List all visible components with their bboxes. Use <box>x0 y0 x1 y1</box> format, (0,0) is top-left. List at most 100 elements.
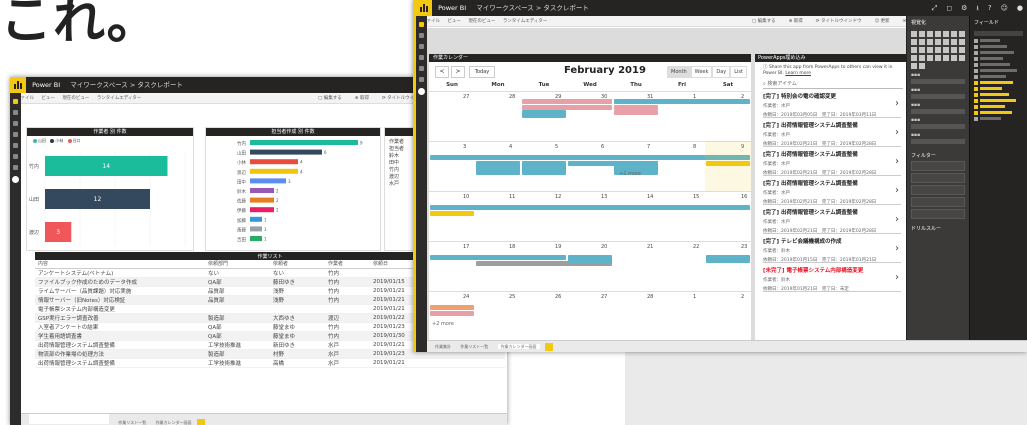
calendar-event[interactable] <box>430 211 474 216</box>
checkbox-icon[interactable] <box>974 110 978 115</box>
day-number[interactable]: 26 <box>555 294 561 300</box>
bar[interactable] <box>250 149 322 155</box>
chevron-right-icon[interactable]: › <box>895 243 899 254</box>
datasets-icon[interactable] <box>13 165 18 170</box>
day-number[interactable]: 8 <box>693 144 696 150</box>
day-number[interactable]: 16 <box>741 194 747 200</box>
calendar-event[interactable] <box>430 155 750 160</box>
checkbox-icon[interactable] <box>974 116 978 121</box>
favorites-icon[interactable] <box>419 33 424 38</box>
visual-type-icon[interactable] <box>911 55 917 61</box>
add-page-icon[interactable] <box>196 419 205 425</box>
search-input[interactable]: ⌕ 検索アイテム <box>763 79 903 89</box>
tab-task-summary[interactable]: 作業集計 <box>435 344 451 349</box>
calendar-event[interactable] <box>614 99 750 104</box>
day-number[interactable]: 5 <box>555 144 558 150</box>
visual-type-icon[interactable] <box>911 31 917 37</box>
col-header[interactable]: 依頼部門 <box>205 260 270 269</box>
checkbox-icon[interactable] <box>974 44 978 49</box>
gallery-item[interactable]: [未完了] 電子帳票システム内部構造変更 作業者：鈴木 依頼日：2019年01月21… <box>763 263 901 292</box>
bar[interactable] <box>250 140 358 145</box>
bar[interactable] <box>250 168 298 174</box>
visual-type-icon[interactable] <box>951 31 957 37</box>
visual-type-icon[interactable] <box>927 39 933 45</box>
bar[interactable] <box>250 159 298 165</box>
day-number[interactable]: 10 <box>463 194 469 200</box>
account-icon[interactable] <box>12 176 19 183</box>
day-number[interactable]: 27 <box>601 294 607 300</box>
day-number[interactable]: 3 <box>463 144 466 150</box>
filter-card[interactable] <box>911 161 965 171</box>
day-number[interactable]: 7 <box>647 144 650 150</box>
day-number[interactable]: 19 <box>555 244 561 250</box>
download-icon[interactable]: ⭳ <box>976 0 978 16</box>
visual-type-icon[interactable] <box>943 47 949 53</box>
scrollbar[interactable] <box>29 414 109 424</box>
fields-search-input[interactable] <box>974 31 1023 36</box>
checkbox-icon[interactable] <box>974 86 978 91</box>
calendar-event[interactable] <box>568 255 612 263</box>
apps-icon[interactable] <box>13 132 18 137</box>
day-number[interactable]: 13 <box>601 194 607 200</box>
visual-type-icon[interactable] <box>935 31 941 37</box>
day-number[interactable]: 14 <box>647 194 653 200</box>
field-item[interactable] <box>974 62 1023 67</box>
settings-icon[interactable]: ⚙ <box>961 0 967 16</box>
bar[interactable] <box>250 226 262 232</box>
avatar[interactable]: ● <box>1017 0 1023 16</box>
visual-type-icon[interactable] <box>911 39 917 45</box>
visual-type-icon[interactable] <box>935 55 941 61</box>
calendar-event[interactable] <box>522 109 566 118</box>
field-well[interactable] <box>911 79 965 84</box>
expand-icon[interactable]: ⤢ <box>932 0 938 16</box>
bar[interactable] <box>250 207 274 213</box>
field-item[interactable] <box>974 86 1023 91</box>
visual-type-icon[interactable] <box>943 55 949 61</box>
menu-current-view[interactable]: 現在のビュー <box>62 96 89 101</box>
day-number[interactable]: 4 <box>509 144 512 150</box>
day-number[interactable]: 17 <box>463 244 469 250</box>
more-events-link[interactable]: +2 more <box>432 321 454 327</box>
visual-type-icon[interactable] <box>927 55 933 61</box>
field-well[interactable] <box>911 94 965 99</box>
calendar-event[interactable] <box>430 255 566 260</box>
day-number[interactable]: 28 <box>647 294 653 300</box>
bar[interactable] <box>250 178 286 184</box>
visual-type-icon[interactable] <box>911 47 917 53</box>
field-item[interactable] <box>974 74 1023 79</box>
calendar-event[interactable] <box>476 167 520 175</box>
checkbox-icon[interactable] <box>974 38 978 43</box>
visual-type-icon[interactable] <box>959 39 965 45</box>
field-item[interactable] <box>974 110 1023 115</box>
visual-type-icon[interactable] <box>911 63 917 69</box>
day-number[interactable]: 27 <box>463 94 469 100</box>
chevron-right-icon[interactable]: › <box>895 214 899 225</box>
visual-type-icon[interactable] <box>951 55 957 61</box>
day-number[interactable]: 25 <box>509 294 515 300</box>
visual-type-icon[interactable] <box>959 31 965 37</box>
field-item[interactable] <box>974 38 1023 43</box>
ribbon-action-button[interactable]: □ 編集する <box>752 16 776 26</box>
field-item[interactable] <box>974 56 1023 61</box>
home-icon[interactable] <box>419 22 424 27</box>
day-number[interactable]: 18 <box>509 244 515 250</box>
visual-type-icon[interactable] <box>919 39 925 45</box>
workspaces-icon[interactable] <box>419 77 424 82</box>
day-number[interactable]: 20 <box>601 244 607 250</box>
today-button[interactable]: Today <box>469 66 495 78</box>
visual-type-icon[interactable] <box>919 55 925 61</box>
view-week-button[interactable]: Week <box>690 66 713 78</box>
calendar-event[interactable] <box>568 99 612 104</box>
field-item[interactable] <box>974 50 1023 55</box>
checkbox-icon[interactable] <box>974 92 978 97</box>
visual-type-icon[interactable] <box>951 39 957 45</box>
smile-icon[interactable]: ☺ <box>1001 0 1008 16</box>
menu-runtime-editor[interactable]: ランタイムエディター <box>97 96 142 101</box>
bar[interactable] <box>250 197 274 203</box>
day-number[interactable]: 6 <box>601 144 604 150</box>
checkbox-icon[interactable] <box>974 50 978 55</box>
ribbon-action-button[interactable]: ⟳ タイトルウインドウ <box>816 16 862 26</box>
field-item[interactable] <box>974 116 1023 121</box>
menu-runtime-editor[interactable]: ランタイムエディター <box>503 19 548 24</box>
visual-type-icon[interactable] <box>959 47 965 53</box>
